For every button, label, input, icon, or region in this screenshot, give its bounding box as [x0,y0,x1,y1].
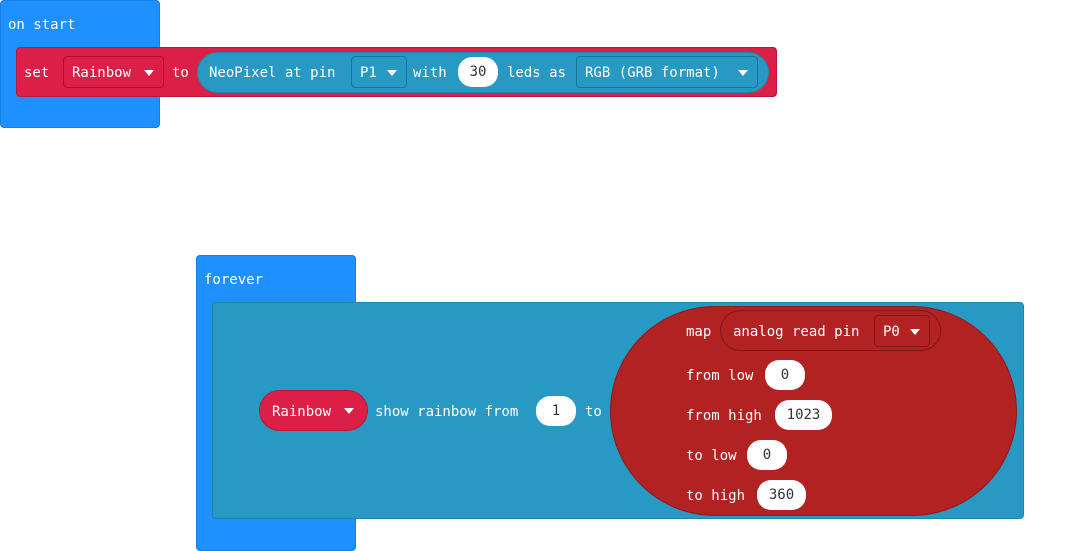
chevron-down-icon [910,329,920,335]
from-low-label: from low [686,368,754,384]
mode-dropdown[interactable]: RGB (GRB format) [576,56,758,88]
from-low-input[interactable]: 0 [765,360,805,390]
led-count-input[interactable]: 30 [458,57,498,87]
on-start-label: on start [8,17,76,33]
chevron-down-icon [344,408,354,414]
rainbow-to-keyword: to [585,404,602,420]
from-high-input[interactable]: 1023 [775,400,832,430]
analog-pin-label: P0 [883,324,900,340]
to-keyword: to [172,65,189,81]
from-high-label: from high [686,408,762,424]
to-high-label: to high [686,488,746,504]
leds-as-keyword: leds as [507,65,567,81]
map-keyword: map [686,324,712,340]
pin-dropdown-p0[interactable]: P0 [874,315,930,347]
variable-dropdown-rainbow[interactable]: Rainbow [63,56,164,88]
forever-label: forever [204,272,264,288]
neopixel-at-pin-label: NeoPixel at pin [209,65,336,81]
analog-read-label: analog read pin [733,324,860,340]
to-high-input[interactable]: 360 [757,480,806,510]
chevron-down-icon [387,70,397,76]
set-keyword: set [24,65,50,81]
strip-variable-label: Rainbow [272,404,332,420]
to-low-input[interactable]: 0 [747,440,787,470]
rainbow-from-input[interactable]: 1 [536,396,576,426]
strip-variable-reporter[interactable]: Rainbow [259,390,368,431]
to-low-label: to low [686,448,737,464]
variable-dropdown-label: Rainbow [72,65,132,81]
chevron-down-icon [738,70,748,76]
pin-dropdown-p1[interactable]: P1 [351,56,407,88]
chevron-down-icon [144,70,154,76]
mode-dropdown-label: RGB (GRB format) [585,65,720,81]
show-rainbow-label: show rainbow from [375,404,519,420]
with-keyword: with [413,65,447,81]
pin-dropdown-label: P1 [360,65,377,81]
